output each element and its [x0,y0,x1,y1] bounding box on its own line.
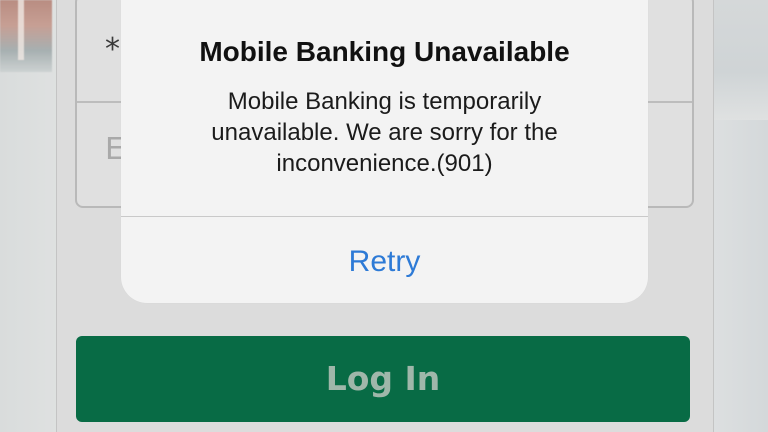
alert-title: Mobile Banking Unavailable [199,36,570,67]
alert-message-line: unavailable. We are sorry for the [211,119,558,146]
login-button[interactable]: Log In [76,336,690,422]
alert-message-line: Mobile Banking is temporarily [227,88,542,115]
background-photo [0,0,52,72]
alert-dialog: Mobile Banking Unavailable Mobile Bankin… [121,0,648,303]
password-field[interactable]: * [105,32,120,67]
retry-button[interactable]: Retry [121,217,648,303]
alert-message: Mobile Banking is temporarily unavailabl… [161,86,608,179]
alert-message-line: inconvenience.(901) [276,150,493,177]
